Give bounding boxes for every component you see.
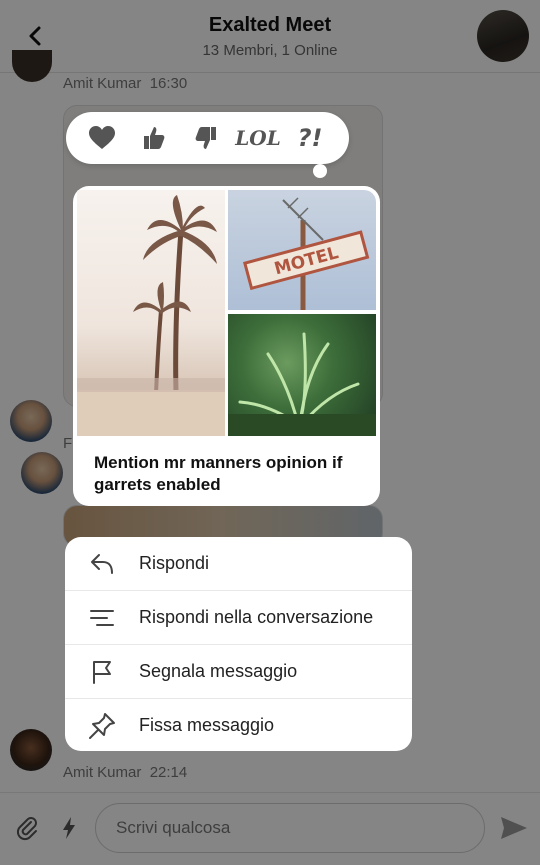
menu-item-report-message[interactable]: Segnala messaggio xyxy=(65,645,412,699)
pin-icon xyxy=(65,699,139,751)
menu-item-label: Rispondi xyxy=(139,553,210,573)
palm-tree-image xyxy=(77,195,225,436)
reaction-confused-button[interactable]: ?! xyxy=(287,112,333,164)
reaction-dislike-button[interactable] xyxy=(183,112,229,164)
focused-message[interactable]: MOTEL Mention mr manners opinion if garr… xyxy=(73,186,380,506)
motel-sign-image: MOTEL xyxy=(242,197,370,310)
photo-plant[interactable] xyxy=(228,314,376,436)
message-text: Mention mr manners opinion if garrets en… xyxy=(94,453,343,494)
menu-item-reply[interactable]: Rispondi xyxy=(65,537,412,591)
photo-motel-sign[interactable]: MOTEL xyxy=(228,190,376,310)
heart-icon xyxy=(89,126,115,149)
menu-item-pin-message[interactable]: Fissa messaggio xyxy=(65,699,412,751)
reaction-like-button[interactable] xyxy=(131,112,177,164)
reply-icon xyxy=(65,537,139,590)
thread-reply-icon xyxy=(65,591,139,644)
reaction-bar: LOL ?! xyxy=(66,112,349,164)
menu-item-label: Rispondi nella conversazione xyxy=(139,607,374,627)
menu-item-label: Fissa messaggio xyxy=(139,715,275,735)
reaction-bar-tail xyxy=(313,164,327,178)
flag-icon xyxy=(65,645,139,698)
message-context-menu: Rispondi Rispondi nella conversazione Se… xyxy=(65,537,412,751)
reaction-heart-button[interactable] xyxy=(79,112,125,164)
photo-palm-trees[interactable] xyxy=(77,190,225,436)
reaction-lol-button[interactable]: LOL xyxy=(235,112,281,164)
menu-item-label: Segnala messaggio xyxy=(139,661,298,681)
plant-image xyxy=(228,332,376,436)
menu-item-reply-in-thread[interactable]: Rispondi nella conversazione xyxy=(65,591,412,645)
thumbs-up-icon xyxy=(144,127,165,149)
thumbs-down-icon xyxy=(195,127,216,149)
